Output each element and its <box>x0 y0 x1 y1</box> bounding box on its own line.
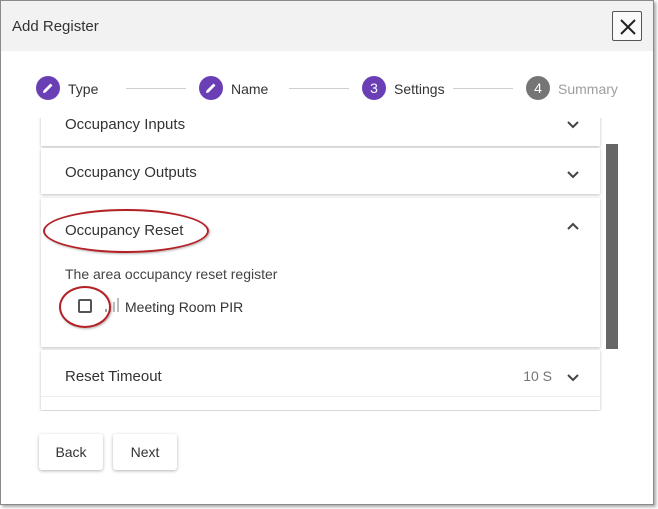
meeting-room-pir-label[interactable]: Meeting Room PIR <box>125 299 243 315</box>
reset-timeout-title: Reset Timeout <box>65 368 162 385</box>
step-name-label: Name <box>231 81 269 97</box>
next-button[interactable]: Next <box>113 434 177 470</box>
step-type-circle[interactable] <box>36 76 60 100</box>
stepper: Type Name 3 Settings 4 Summary <box>1 71 653 107</box>
chevron-down-icon[interactable] <box>566 370 580 384</box>
step-connector <box>289 88 349 89</box>
dialog-titlebar: Add Register <box>1 1 653 51</box>
chevron-up-icon[interactable] <box>566 220 580 234</box>
occupancy-reset-description: The area occupancy reset register <box>65 266 278 282</box>
occupancy-inputs-panel[interactable]: Occupancy Inputs <box>41 118 600 146</box>
annotation-ellipse <box>59 286 111 328</box>
pencil-icon <box>206 83 216 93</box>
scrollbar-thumb[interactable] <box>606 144 618 349</box>
close-icon <box>620 19 636 35</box>
reset-timeout-value: 10 S <box>523 368 552 384</box>
pencil-icon <box>43 83 53 93</box>
annotation-ellipse <box>43 209 209 253</box>
chevron-down-icon[interactable] <box>566 118 580 131</box>
add-register-dialog: Add Register Type Name 3 Settings 4 Summ… <box>0 0 654 505</box>
occupancy-outputs-panel[interactable]: Occupancy Outputs <box>41 148 600 194</box>
step-settings-circle[interactable]: 3 <box>362 76 386 100</box>
panel-divider <box>41 396 600 397</box>
occupancy-inputs-title: Occupancy Inputs <box>65 118 186 133</box>
step-type-label: Type <box>68 81 99 97</box>
step-summary-label: Summary <box>558 81 618 97</box>
step-summary-circle[interactable]: 4 <box>526 76 550 100</box>
chevron-down-icon[interactable] <box>566 167 580 181</box>
reset-timeout-panel[interactable]: Reset Timeout 10 S <box>41 350 600 410</box>
step-settings-label: Settings <box>394 81 445 97</box>
step-connector <box>126 88 186 89</box>
back-button[interactable]: Back <box>39 434 103 470</box>
step-name-circle[interactable] <box>199 76 223 100</box>
settings-content: Occupancy Inputs Occupancy Outputs Occup… <box>1 118 613 411</box>
close-button[interactable] <box>612 11 642 41</box>
occupancy-outputs-title: Occupancy Outputs <box>65 164 197 181</box>
dialog-title: Add Register <box>12 18 99 35</box>
step-connector <box>453 88 513 89</box>
